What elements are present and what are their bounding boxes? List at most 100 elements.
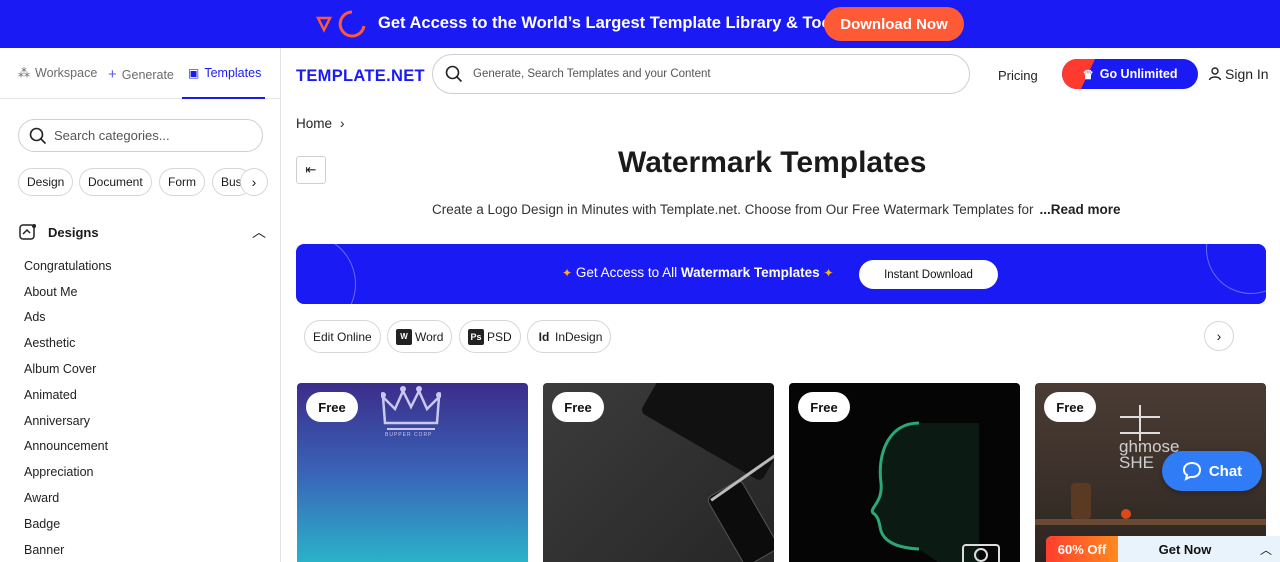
designs-section-header[interactable]: Designs ︿ (18, 220, 266, 244)
get-now-link[interactable]: Get Now (1118, 542, 1252, 557)
card-caption: BUPPER CORP (385, 432, 433, 438)
chip-design[interactable]: Design (18, 168, 74, 196)
tab-generate[interactable]: + Generate (108, 66, 174, 83)
chevron-right-icon[interactable]: › (240, 168, 268, 196)
phone-shape (705, 478, 774, 562)
free-badge: Free (552, 392, 604, 422)
promo-text: ✦ Get Access to All Watermark Templates … (562, 265, 834, 280)
plus-icon: + (108, 66, 117, 83)
templates-icon: ▣ (188, 66, 200, 80)
description-text: Create a Logo Design in Minutes with Tem… (432, 202, 1034, 217)
category-search-input[interactable] (54, 128, 254, 143)
designs-section-title: Designs (48, 224, 99, 240)
breadcrumb: Home › (296, 116, 345, 131)
sidebar-item[interactable]: Congratulations (24, 253, 112, 279)
go-unlimited-button[interactable]: ♛ Go Unlimited (1062, 59, 1198, 89)
sidebar-item[interactable]: Award (24, 485, 112, 511)
instant-download-button[interactable]: Instant Download (859, 260, 998, 289)
main-search[interactable] (432, 54, 970, 94)
logo-suffix-text: .NET (386, 67, 425, 85)
shelf-shape (1035, 519, 1266, 525)
free-badge: Free (798, 392, 850, 422)
tab-generate-label: Generate (121, 67, 174, 82)
template-card[interactable]: Free (543, 383, 774, 562)
photoshop-icon: Ps (468, 328, 484, 345)
template-card[interactable]: BUPPER CORP Free (297, 383, 528, 562)
sidebar-tabs: ⁂ Workspace + Generate ▣ Templates (0, 48, 281, 99)
tab-workspace[interactable]: ⁂ Workspace (18, 66, 97, 80)
chevron-right-icon: › (340, 116, 345, 131)
active-tab-indicator (182, 97, 265, 99)
logo-main-text: TEMPLATE (296, 67, 387, 85)
chat-bubble-icon (1182, 461, 1201, 481)
designs-icon (19, 224, 36, 240)
chevron-up-icon[interactable]: ︿ (252, 222, 266, 242)
format-label: InDesign (555, 329, 603, 344)
word-icon: W (396, 328, 412, 345)
sidebar-item[interactable]: Appreciation (24, 459, 112, 485)
format-filter-psd[interactable]: Ps PSD (459, 320, 521, 353)
template-card[interactable]: Free (789, 383, 1020, 562)
read-more-link[interactable]: ...Read more (1040, 202, 1121, 217)
promo-prefix: Get Access to All (575, 265, 678, 280)
sidebar-item[interactable]: Badge (24, 511, 112, 537)
main-search-input[interactable] (473, 68, 953, 80)
free-badge: Free (306, 392, 358, 422)
breadcrumb-home[interactable]: Home (296, 116, 332, 131)
free-badge: Free (1044, 392, 1096, 422)
sidebar-item[interactable]: Animated (24, 382, 112, 408)
format-label: Edit Online (313, 329, 372, 344)
promo-banner: ✦ Get Access to All Watermark Templates … (296, 244, 1266, 304)
pot-shape (1071, 483, 1091, 519)
offer-bar[interactable]: 60% Off Get Now ︿ (1046, 536, 1280, 562)
promo-highlight: Watermark Templates (680, 265, 820, 280)
search-icon (29, 127, 47, 144)
page-description: Create a Logo Design in Minutes with Tem… (432, 202, 1121, 217)
sparkle-icon: ✦ (562, 266, 573, 280)
download-now-button[interactable]: Download Now (824, 7, 964, 41)
format-filter-indesign[interactable]: Id InDesign (527, 320, 612, 353)
top-promo-banner: Get Access to the World’s Largest Templa… (0, 0, 1280, 48)
decorative-arc (296, 244, 356, 304)
sidebar-item[interactable]: Announcement (24, 434, 112, 460)
page-title: Watermark Templates (618, 146, 927, 179)
pricing-link[interactable]: Pricing (998, 68, 1038, 83)
format-filter-edit-online[interactable]: Edit Online (304, 320, 381, 353)
sidebar-item[interactable]: Anniversary (24, 408, 112, 434)
banner-text: Get Access to the World’s Largest Templa… (378, 14, 846, 32)
collapse-sidebar-button[interactable]: ⇤ (296, 156, 326, 184)
go-unlimited-label: Go Unlimited (1099, 67, 1178, 81)
sparkle-icon: ✦ (823, 266, 834, 280)
decorative-arc (1206, 244, 1266, 294)
crown-icon: ♛ (1082, 67, 1094, 82)
chevron-right-icon[interactable]: › (1204, 321, 1234, 351)
camera-icon (962, 544, 1000, 562)
chat-label: Chat (1208, 462, 1243, 480)
tab-workspace-label: Workspace (35, 66, 98, 80)
sign-in-label: Sign In (1225, 66, 1269, 82)
category-search[interactable] (18, 119, 263, 152)
chip-document[interactable]: Document (79, 168, 152, 196)
fruit-shape (1121, 509, 1131, 519)
sidebar-item[interactable]: About Me (24, 279, 112, 305)
sidebar-item[interactable]: Ads (24, 305, 112, 331)
format-label: Word (415, 329, 444, 344)
sidebar-item[interactable]: Banner (24, 537, 112, 562)
user-icon (1208, 67, 1222, 81)
sidebar-item[interactable]: Album Cover (24, 356, 112, 382)
collapse-icon: ⇤ (305, 162, 317, 177)
indesign-icon: Id (536, 328, 552, 345)
chevron-up-icon[interactable]: ︿ (1252, 541, 1280, 558)
search-icon (445, 65, 463, 83)
chip-form[interactable]: Form (159, 168, 205, 196)
format-label: PSD (487, 329, 512, 344)
workspace-icon: ⁂ (18, 66, 30, 80)
sign-in-link[interactable]: Sign In (1208, 66, 1269, 82)
sidebar-item[interactable]: Aesthetic (24, 330, 112, 356)
sidebar: ⁂ Workspace + Generate ▣ Templates Desig… (0, 48, 281, 562)
format-filter-word[interactable]: W Word (387, 320, 453, 353)
tab-templates[interactable]: ▣ Templates (188, 66, 261, 80)
site-logo[interactable]: TEMPLATE.NET (296, 67, 425, 86)
chat-button[interactable]: Chat (1162, 451, 1262, 491)
tab-templates-label: Templates (204, 66, 262, 80)
